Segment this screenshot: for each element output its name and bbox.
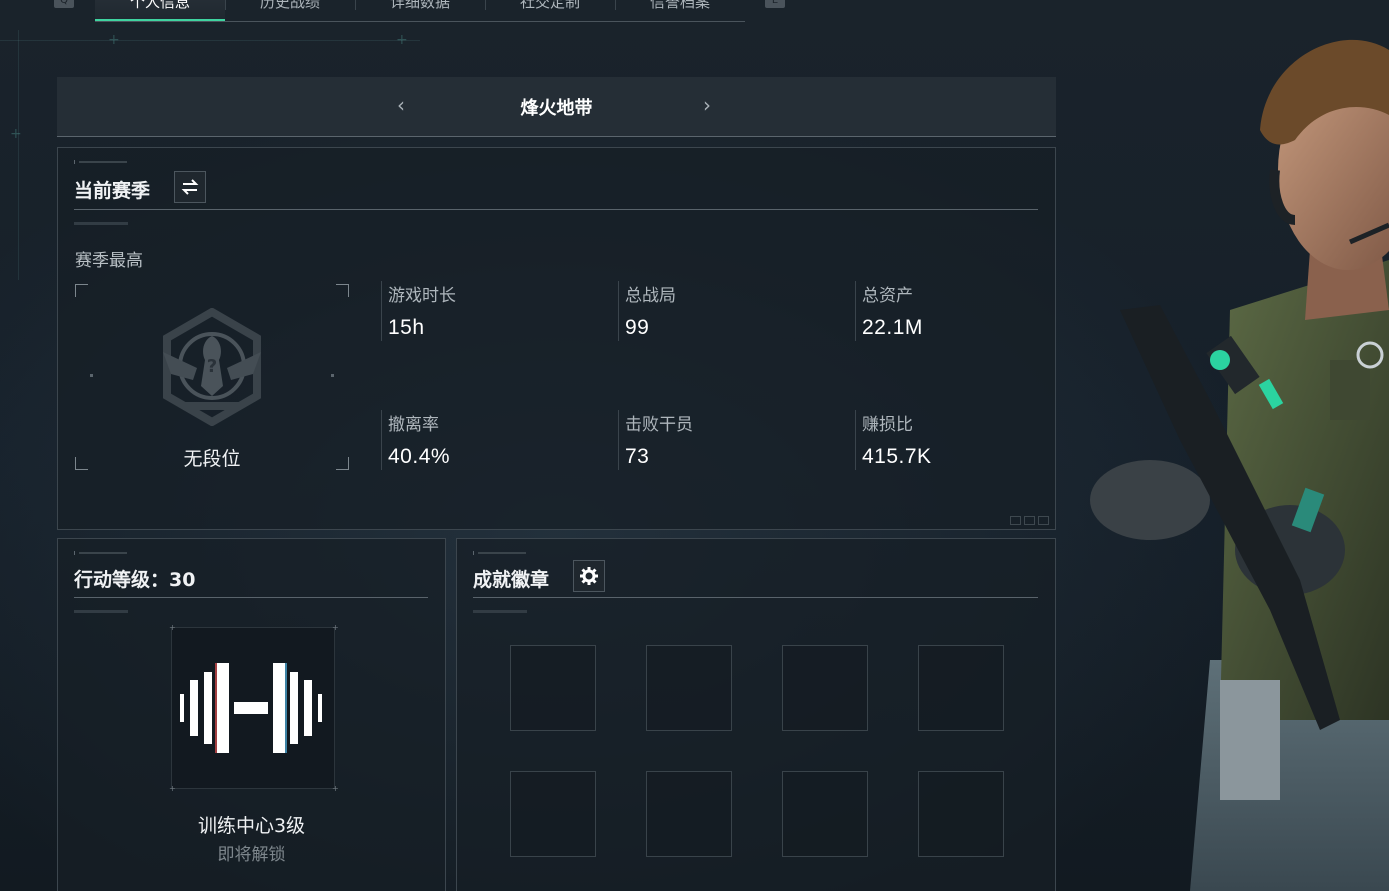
badge-slot[interactable] (782, 771, 868, 857)
season-panel: 当前赛季 赛季最高 ? 无段位 游戏时长 15h 总战局 99 总资产 22.1… (57, 147, 1056, 530)
rank-display: ? 无段位 (75, 284, 349, 470)
stat-profit-ratio: 赚损比 415.7K (855, 410, 932, 470)
tab-prev-key[interactable]: Q (54, 0, 74, 8)
frame-tick (331, 374, 334, 377)
stat-play-time: 游戏时长 15h (381, 281, 456, 341)
panel-subdivider (74, 610, 128, 613)
stat-label: 游戏时长 (388, 286, 456, 306)
rank-name: 无段位 (183, 448, 241, 470)
frame-tick (90, 374, 93, 377)
stat-value: 15h (388, 316, 425, 339)
stat-value: 22.1M (862, 316, 923, 339)
badge-slot[interactable] (510, 771, 596, 857)
badge-slot[interactable] (918, 771, 1004, 857)
card-pin: + (169, 623, 176, 632)
stat-total-assets: 总资产 22.1M (855, 281, 923, 341)
swap-arrows-icon[interactable] (174, 171, 206, 203)
achievement-title: 成就徽章 (473, 569, 550, 591)
card-pin: + (332, 623, 339, 632)
action-level-panel: 行动等级：30 + + + + 训练中心3级 即将解锁 (57, 538, 446, 891)
stat-value: 415.7K (862, 445, 932, 468)
training-center-card[interactable]: + + + + (169, 623, 339, 793)
tab-personal-info[interactable]: 个人信息 (95, 0, 225, 22)
crosshair-decoration: + (396, 32, 408, 48)
corner-decoration (1010, 516, 1049, 525)
badge-slot[interactable] (510, 645, 596, 731)
stat-label: 撤离率 (388, 415, 439, 435)
panel-tag (473, 551, 534, 555)
operator-character (1090, 39, 1389, 891)
top-tab-bar: Q 个人信息 历史战绩 详细数据 社交定制 信誉档案 E (0, 0, 800, 24)
crosshair-decoration: + (108, 32, 120, 48)
level-hint: 即将解锁 (217, 845, 286, 865)
grid-line (0, 40, 420, 41)
tab-match-history[interactable]: 历史战绩 (225, 0, 355, 22)
panel-divider (74, 597, 428, 598)
stat-value: 99 (625, 316, 650, 339)
mode-title: 烽火地带 (520, 98, 593, 119)
season-title: 当前赛季 (74, 180, 151, 202)
gear-icon[interactable] (573, 560, 605, 592)
stat-value: 73 (625, 445, 650, 468)
profile-screen: + + + Q 个人信息 历史战绩 详细数据 社交定制 信誉档案 E ‹ 烽火地… (0, 0, 1389, 891)
eagle-emblem-icon: ? (163, 308, 261, 426)
stat-extraction-rate: 撤离率 40.4% (381, 410, 450, 470)
panel-subdivider (74, 222, 128, 225)
crosshair-decoration: + (10, 126, 22, 142)
frame-corner (75, 284, 88, 297)
stat-label: 赚损比 (862, 415, 913, 435)
badge-slot[interactable] (646, 771, 732, 857)
svg-text:?: ? (207, 356, 217, 377)
badge-slot[interactable] (646, 645, 732, 731)
grid-line (18, 30, 19, 280)
chevron-right-icon[interactable]: › (703, 93, 711, 117)
badge-slot[interactable] (782, 645, 868, 731)
tab-reputation[interactable]: 信誉档案 (615, 0, 745, 22)
tab-detailed-data[interactable]: 详细数据 (355, 0, 485, 22)
card-pin: + (332, 784, 339, 793)
card-pin: + (169, 784, 176, 793)
dumbbell-icon (180, 663, 322, 753)
stat-value: 40.4% (388, 445, 451, 468)
panel-divider (473, 597, 1038, 598)
stat-label: 总资产 (862, 286, 913, 306)
tab-next-key[interactable]: E (765, 0, 785, 8)
mode-selector: ‹ 烽火地带 › (57, 77, 1056, 137)
stat-label: 击败干员 (625, 415, 693, 435)
stat-operators-defeated: 击败干员 73 (618, 410, 693, 470)
level-name: 训练中心3级 (197, 815, 306, 837)
stat-total-matches: 总战局 99 (618, 281, 676, 341)
stat-label: 总战局 (625, 286, 676, 306)
badge-slot[interactable] (918, 645, 1004, 731)
tab-social-custom[interactable]: 社交定制 (485, 0, 615, 22)
frame-corner (336, 284, 349, 297)
panel-tag (74, 551, 135, 555)
tab-underline (95, 21, 745, 22)
panel-tag (74, 160, 135, 164)
panel-subdivider (473, 610, 527, 613)
achievement-panel: 成就徽章 (456, 538, 1056, 891)
panel-divider (74, 209, 1038, 210)
season-best-label: 赛季最高 (75, 251, 143, 271)
action-level-title: 行动等级：30 (74, 569, 196, 591)
